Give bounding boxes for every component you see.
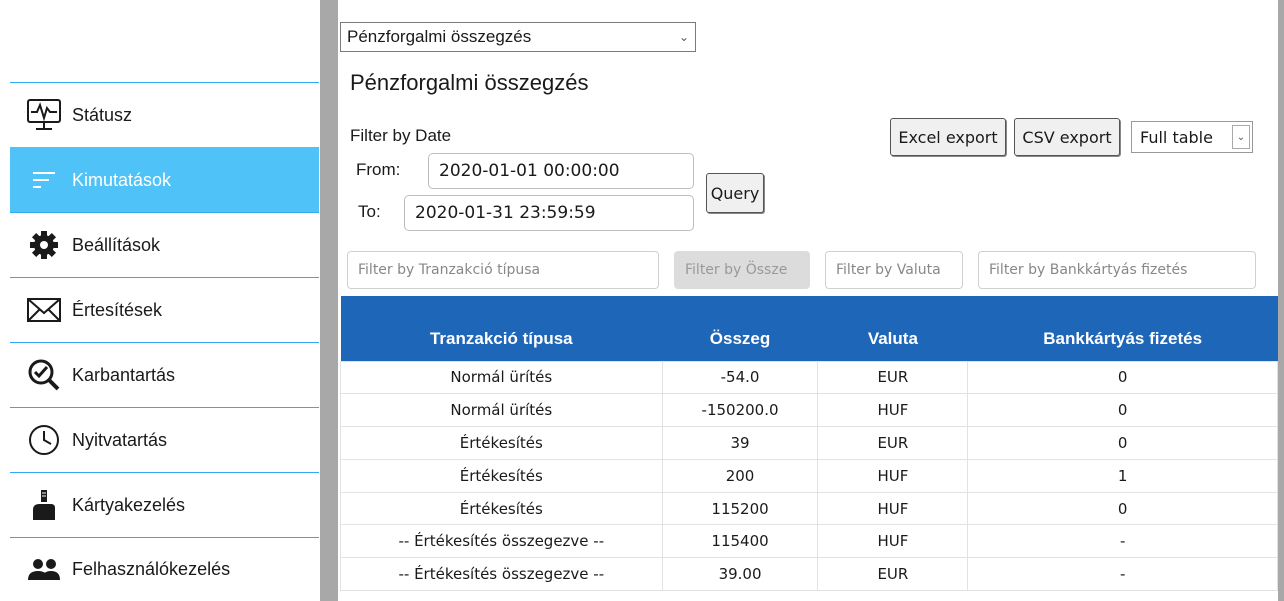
chevron-down-icon: ⌄: [678, 30, 689, 44]
monitor-pulse-icon: [24, 95, 64, 135]
cell: 1: [967, 458, 1278, 493]
cell: HUF: [817, 524, 969, 559]
report-select[interactable]: Pénzforgalmi összegzés ⌄: [340, 22, 696, 52]
cell: 200: [661, 458, 819, 493]
sidebar-item-reports[interactable]: Kimutatások: [10, 147, 319, 212]
from-date-input[interactable]: 2020-01-01 00:00:00: [428, 153, 694, 189]
excel-export-button[interactable]: Excel export: [890, 118, 1006, 156]
to-date-input[interactable]: 2020-01-31 23:59:59: [404, 195, 694, 231]
sidebar-item-maintenance[interactable]: Karbantartás: [10, 342, 319, 407]
cell: EUR: [817, 360, 969, 395]
cell: HUF: [817, 458, 969, 493]
cell: 0: [967, 491, 1278, 526]
table-row[interactable]: Értékesítés 115200 HUF 0: [340, 491, 1278, 526]
transactions-table: Tranzakció típusa Összeg Valuta Bankkárt…: [340, 296, 1278, 592]
sidebar-item-label: Felhasználókezelés: [72, 559, 231, 579]
sidebar-item-card-management[interactable]: Kártyakezelés: [10, 472, 319, 537]
cell: 39.00: [661, 557, 819, 592]
sidebar-item-label: Karbantartás: [72, 364, 176, 385]
table-row[interactable]: -- Értékesítés összegezve -- 39.00 EUR -: [340, 557, 1278, 592]
page-title: Pénzforgalmi összegzés: [350, 70, 589, 95]
cell: 39: [661, 426, 819, 460]
cell: 0: [967, 360, 1278, 395]
to-label: To:: [358, 202, 381, 221]
column-header[interactable]: Bankkártyás fizetés: [967, 296, 1278, 361]
lines-icon: [24, 160, 64, 200]
panel-divider: [320, 0, 338, 601]
report-select-value: Pénzforgalmi összegzés: [347, 27, 532, 46]
cell: EUR: [817, 557, 969, 592]
cell: 115400: [661, 524, 819, 559]
sidebar-item-label: Kártyakezelés: [72, 494, 186, 515]
sidebar-item-label: Státusz: [72, 104, 133, 125]
right-edge-bar: [1278, 0, 1284, 601]
cell: -- Értékesítés összegezve --: [340, 557, 663, 592]
clock-icon: [24, 420, 64, 460]
table-row[interactable]: Normál ürítés -150200.0 HUF 0: [340, 393, 1278, 428]
filter-amount-input[interactable]: Filter by Össze: [674, 251, 810, 289]
sidebar-item-notifications[interactable]: Értesítések: [10, 277, 319, 342]
envelope-icon: [24, 290, 64, 330]
cell: 0: [967, 393, 1278, 428]
sidebar-item-label: Beállítások: [72, 234, 161, 255]
cell: 115200: [661, 491, 819, 526]
cell: Értékesítés: [340, 491, 663, 526]
cell: Értékesítés: [340, 426, 663, 460]
cell: -54.0: [661, 360, 819, 395]
cell: HUF: [817, 491, 969, 526]
sidebar-item-status[interactable]: Státusz: [10, 82, 319, 147]
filter-currency-input[interactable]: Filter by Valuta: [825, 251, 963, 289]
sidebar-item-settings[interactable]: Beállítások: [10, 212, 319, 277]
csv-export-button[interactable]: CSV export: [1014, 118, 1120, 156]
magnifier-check-icon: [24, 355, 64, 395]
table-row[interactable]: Normál ürítés -54.0 EUR 0: [340, 360, 1278, 395]
view-mode-select[interactable]: Full table ⌄: [1131, 121, 1253, 153]
gear-icon: [24, 225, 64, 265]
from-label: From:: [356, 160, 401, 179]
table-row[interactable]: -- Értékesítés összegezve -- 115400 HUF …: [340, 524, 1278, 559]
table-header-row: Tranzakció típusa Összeg Valuta Bankkárt…: [340, 296, 1278, 361]
filter-card-input[interactable]: Filter by Bankkártyás fizetés: [978, 251, 1256, 289]
sidebar-item-label: Kimutatások: [72, 169, 172, 190]
cell: Normál ürítés: [340, 360, 663, 395]
users-icon: [24, 550, 64, 590]
cell: -: [967, 557, 1278, 592]
table-row[interactable]: Értékesítés 39 EUR 0: [340, 426, 1278, 460]
cell: -150200.0: [661, 393, 819, 428]
sidebar-item-opening-hours[interactable]: Nyitvatartás: [10, 407, 319, 472]
view-mode-value: Full table: [1140, 127, 1213, 147]
table-row[interactable]: Értékesítés 200 HUF 1: [340, 458, 1278, 493]
sidebar-item-label: Értesítések: [72, 299, 163, 320]
cell: Értékesítés: [340, 458, 663, 493]
cell: 0: [967, 426, 1278, 460]
cell: EUR: [817, 426, 969, 460]
card-hand-icon: [24, 485, 64, 525]
query-button[interactable]: Query: [706, 173, 764, 213]
column-header[interactable]: Tranzakció típusa: [340, 296, 663, 361]
filter-type-input[interactable]: Filter by Tranzakció típusa: [347, 251, 659, 289]
cell: Normál ürítés: [340, 393, 663, 428]
cell: -: [967, 524, 1278, 559]
filter-date-label: Filter by Date: [350, 126, 452, 145]
sidebar-item-label: Nyitvatartás: [72, 429, 168, 450]
chevron-down-icon: ⌄: [1232, 125, 1250, 149]
sidebar: Státusz Kimutatások Beállítások Értesíté…: [0, 0, 320, 601]
cell: HUF: [817, 393, 969, 428]
column-header[interactable]: Összeg: [662, 296, 818, 361]
cell: -- Értékesítés összegezve --: [340, 524, 663, 559]
sidebar-item-user-management[interactable]: Felhasználókezelés: [10, 537, 319, 601]
column-header[interactable]: Valuta: [817, 296, 968, 361]
main-panel: Pénzforgalmi összegzés ⌄ Pénzforgalmi ös…: [338, 0, 1278, 601]
